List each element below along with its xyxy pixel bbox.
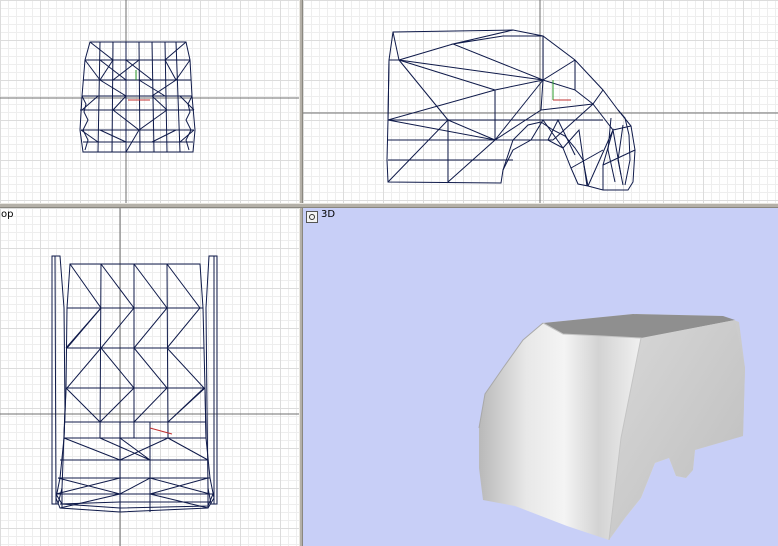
front-wireframe-mesh: [79, 41, 196, 153]
front-wireframe-canvas: [0, 0, 299, 203]
viewport-front[interactable]: [0, 0, 299, 203]
top-wireframe-mesh: [51, 255, 218, 513]
viewport-side[interactable]: [303, 0, 778, 203]
3d-render-canvas: [478, 314, 745, 541]
side-wireframe-canvas: [303, 0, 778, 203]
viewport-top[interactable]: op: [0, 208, 299, 546]
top-wireframe-canvas: [0, 208, 299, 546]
side-wireframe-mesh: [386, 29, 636, 191]
viewport-divider-horizontal[interactable]: [0, 203, 778, 208]
viewport-divider-vertical[interactable]: [299, 0, 303, 546]
3d-car-model: [478, 314, 745, 541]
viewport-3d[interactable]: 3D: [303, 208, 778, 546]
